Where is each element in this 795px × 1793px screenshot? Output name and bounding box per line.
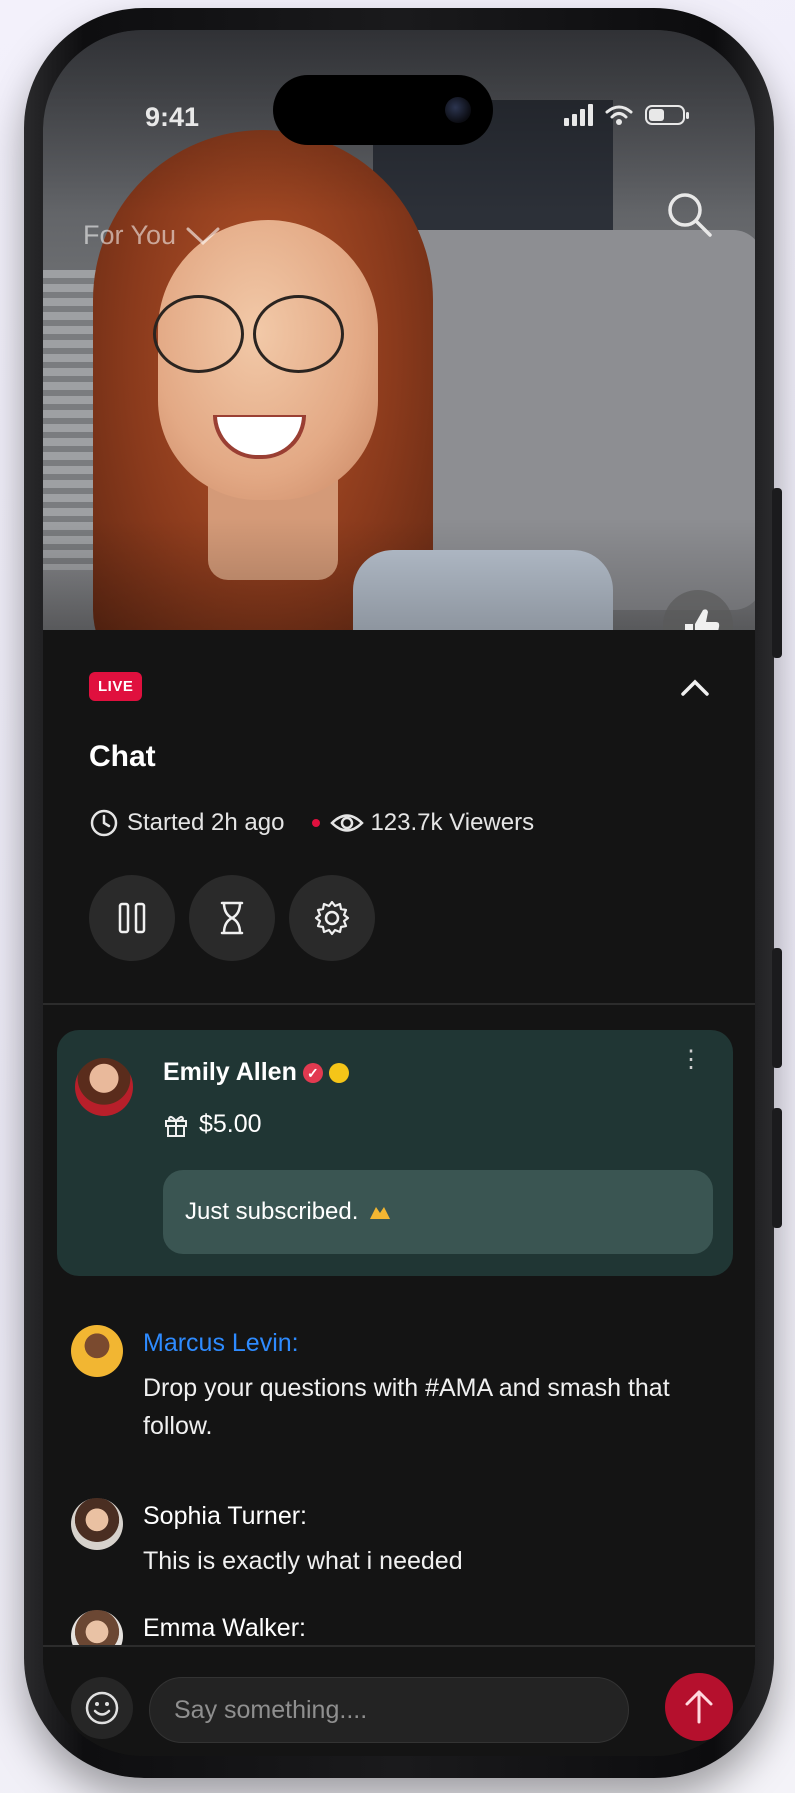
sender-name: Emily Allen — [163, 1058, 297, 1086]
side-button — [772, 1108, 782, 1228]
chevron-down-icon — [186, 227, 220, 245]
avatar[interactable] — [71, 1325, 123, 1377]
message-input[interactable] — [149, 1677, 629, 1743]
side-button — [772, 488, 782, 658]
gift-sender: Emily Allen ✓ — [163, 1058, 349, 1087]
hourglass-icon — [220, 901, 244, 935]
gift-message-text: Just subscribed. — [185, 1198, 359, 1225]
pause-icon — [118, 902, 146, 934]
avatar[interactable] — [75, 1058, 133, 1116]
feed-selector[interactable]: For You — [83, 220, 220, 251]
arrow-up-icon — [685, 1690, 713, 1724]
search-icon — [668, 193, 712, 237]
chat-username[interactable]: Marcus Levin: — [143, 1329, 299, 1358]
settings-button[interactable] — [289, 875, 375, 961]
status-time: 9:41 — [145, 102, 200, 132]
signal-icon — [564, 104, 593, 126]
eye-icon — [330, 814, 365, 832]
avatar[interactable] — [71, 1498, 123, 1550]
timer-button[interactable] — [189, 875, 275, 961]
chat-message: Marcus Levin: Drop your questions with #… — [71, 1325, 711, 1440]
feed-label: For You — [83, 220, 177, 250]
party-emoji-icon — [370, 1207, 391, 1219]
gift-amount: $5.00 — [199, 1110, 262, 1138]
gift-message-bubble: Just subscribed. — [163, 1170, 713, 1254]
chat-text: Drop your questions with #AMA and smash … — [143, 1374, 670, 1440]
viewer-count: 123.7k Viewers — [370, 809, 535, 836]
live-badge: LIVE — [89, 672, 143, 701]
chat-message: Sophia Turner: This is exactly what i ne… — [71, 1498, 711, 1588]
gift-icon — [165, 1115, 187, 1137]
started-time: Started 2h ago — [127, 809, 285, 836]
search-button[interactable] — [665, 190, 715, 240]
stream-panel: LIVE Chat Started 2h ago 123.7k Viewers — [43, 630, 755, 1756]
chat-text: This is exactly what i needed — [143, 1547, 463, 1575]
chat-username[interactable]: Sophia Turner: — [143, 1502, 307, 1531]
divider — [43, 1003, 755, 1005]
chevron-up-icon — [681, 679, 709, 696]
battery-icon — [645, 105, 689, 125]
page-title: Chat — [89, 740, 156, 773]
clock-icon — [90, 809, 118, 837]
screen: 9:41 For You LIVE Chat Started 2h ago 12… — [43, 30, 755, 1756]
collapse-button[interactable] — [675, 668, 715, 708]
gear-icon — [314, 900, 350, 936]
verified-icon: ✓ — [302, 1062, 323, 1083]
stream-meta: Started 2h ago 123.7k Viewers — [89, 808, 534, 838]
camera-icon — [445, 97, 471, 123]
star-badge-icon — [328, 1062, 349, 1083]
chat-message: Emma Walker: — [71, 1610, 711, 1662]
live-video[interactable]: 9:41 For You — [43, 30, 755, 640]
send-button[interactable] — [665, 1673, 733, 1741]
side-button — [772, 948, 782, 1068]
live-dot — [312, 819, 321, 827]
stream-controls — [89, 875, 375, 961]
status-icons — [564, 104, 689, 126]
pause-button[interactable] — [89, 875, 175, 961]
phone-frame: 9:41 For You LIVE Chat Started 2h ago 12… — [24, 8, 782, 1778]
emoji-button[interactable] — [71, 1677, 133, 1739]
composer-bar — [43, 1645, 755, 1756]
smiley-icon — [85, 1691, 119, 1725]
dynamic-island — [273, 75, 493, 145]
chat-username[interactable]: Emma Walker: — [143, 1614, 306, 1643]
more-options-icon[interactable]: ⋮ — [679, 1048, 703, 1072]
wifi-icon — [605, 105, 633, 125]
gift-message-card[interactable]: Emily Allen ✓ ⋮ $5.00 Just subscribed. — [57, 1030, 733, 1276]
gift-amount-row: $5.00 — [163, 1110, 262, 1139]
